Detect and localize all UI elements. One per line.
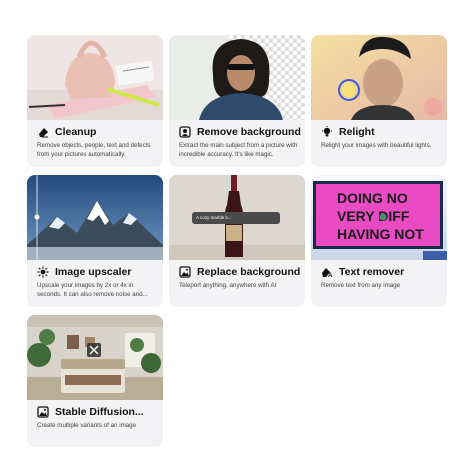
billboard-line-2: VERY DIFF	[337, 208, 410, 224]
tool-title-text: Text remover	[339, 266, 405, 278]
bulb-icon	[321, 126, 333, 138]
tool-description: Create multiple variants of an image	[37, 422, 137, 429]
image-icon	[37, 406, 49, 418]
tool-card-text-remover[interactable]: DOING NO VERY DIFF HAVING NOT A Text rem…	[311, 175, 447, 307]
tool-card-remove-background[interactable]: Remove background Extract the main subje…	[169, 35, 305, 167]
billboard-line-1: DOING NO	[337, 190, 408, 206]
tool-title-text: Cleanup	[55, 126, 97, 138]
tool-card-replace-background[interactable]: A cozy marble k... Replace background Te…	[169, 175, 305, 307]
eraser-icon	[37, 126, 49, 138]
tool-title: Remove background	[179, 126, 301, 138]
cleanup-thumbnail	[27, 35, 163, 120]
tool-description: Relight your images with beautiful light…	[321, 142, 432, 149]
tool-description: Upscale your images by 2x or 4x in secon…	[37, 282, 148, 298]
tool-title-text: Relight	[339, 126, 375, 138]
tool-description: Remove objects, people, text and defects…	[37, 142, 151, 158]
tool-title-text: Replace background	[197, 266, 301, 278]
prompt-chip: A cozy marble k...	[192, 212, 280, 224]
cutout-icon	[179, 126, 191, 138]
tool-title: Stable Diffusion...	[37, 406, 144, 418]
tool-title-text: Remove background	[197, 126, 301, 138]
tool-title-text: Stable Diffusion...	[55, 406, 144, 418]
tool-title-text: Image upscaler	[55, 266, 132, 278]
tool-card-relight[interactable]: Relight Relight your images with beautif…	[311, 35, 447, 167]
tool-card-cleanup[interactable]: Cleanup Remove objects, people, text and…	[27, 35, 163, 167]
billboard-line-3: HAVING NOT	[337, 226, 424, 242]
svg-text:A: A	[328, 273, 333, 278]
tool-card-stable-diffusion[interactable]: Stable Diffusion... Create multiple vari…	[27, 315, 163, 447]
tool-title: Image upscaler	[37, 266, 131, 278]
tool-description: Extract the main subject from a picture …	[179, 142, 298, 158]
text-eraser-icon: A	[321, 266, 333, 278]
tool-title: Cleanup	[37, 126, 96, 138]
relight-thumbnail	[311, 35, 447, 120]
tool-description: Teleport anything, anywhere with AI	[179, 282, 277, 289]
tool-title: Relight	[321, 126, 375, 138]
replace-background-thumbnail: A cozy marble k...	[169, 175, 305, 260]
tool-title: A Text remover	[321, 266, 404, 278]
upscale-icon	[37, 266, 49, 278]
prompt-chip-text: A cozy marble k...	[196, 215, 232, 220]
image-swap-icon	[179, 266, 191, 278]
remove-background-thumbnail	[169, 35, 305, 120]
tool-description: Remove text from any image	[321, 282, 401, 289]
tool-card-image-upscaler[interactable]: Image upscaler Upscale your images by 2x…	[27, 175, 163, 307]
image-upscaler-thumbnail	[27, 175, 163, 260]
stable-diffusion-thumbnail	[27, 315, 163, 400]
tool-title: Replace background	[179, 266, 300, 278]
text-remover-thumbnail: DOING NO VERY DIFF HAVING NOT	[311, 175, 447, 260]
